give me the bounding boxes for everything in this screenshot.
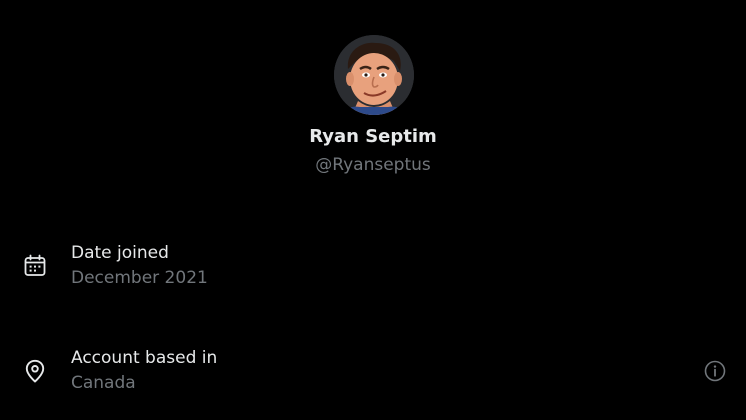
location-pin-icon	[22, 358, 48, 384]
avatar-image	[334, 35, 414, 115]
info-icon[interactable]	[703, 359, 727, 383]
account-based-in-label: Account based in	[71, 348, 218, 368]
date-joined-value: December 2021	[71, 268, 208, 288]
date-joined-label: Date joined	[71, 243, 169, 263]
username-handle: @Ryanseptus	[315, 155, 431, 175]
account-based-in-value: Canada	[71, 373, 136, 393]
calendar-icon	[22, 253, 48, 279]
avatar[interactable]	[334, 35, 414, 115]
account-based-in-row: Account based in Canada	[0, 343, 746, 403]
date-joined-row: Date joined December 2021	[0, 238, 746, 298]
display-name: Ryan Septim	[309, 126, 437, 147]
